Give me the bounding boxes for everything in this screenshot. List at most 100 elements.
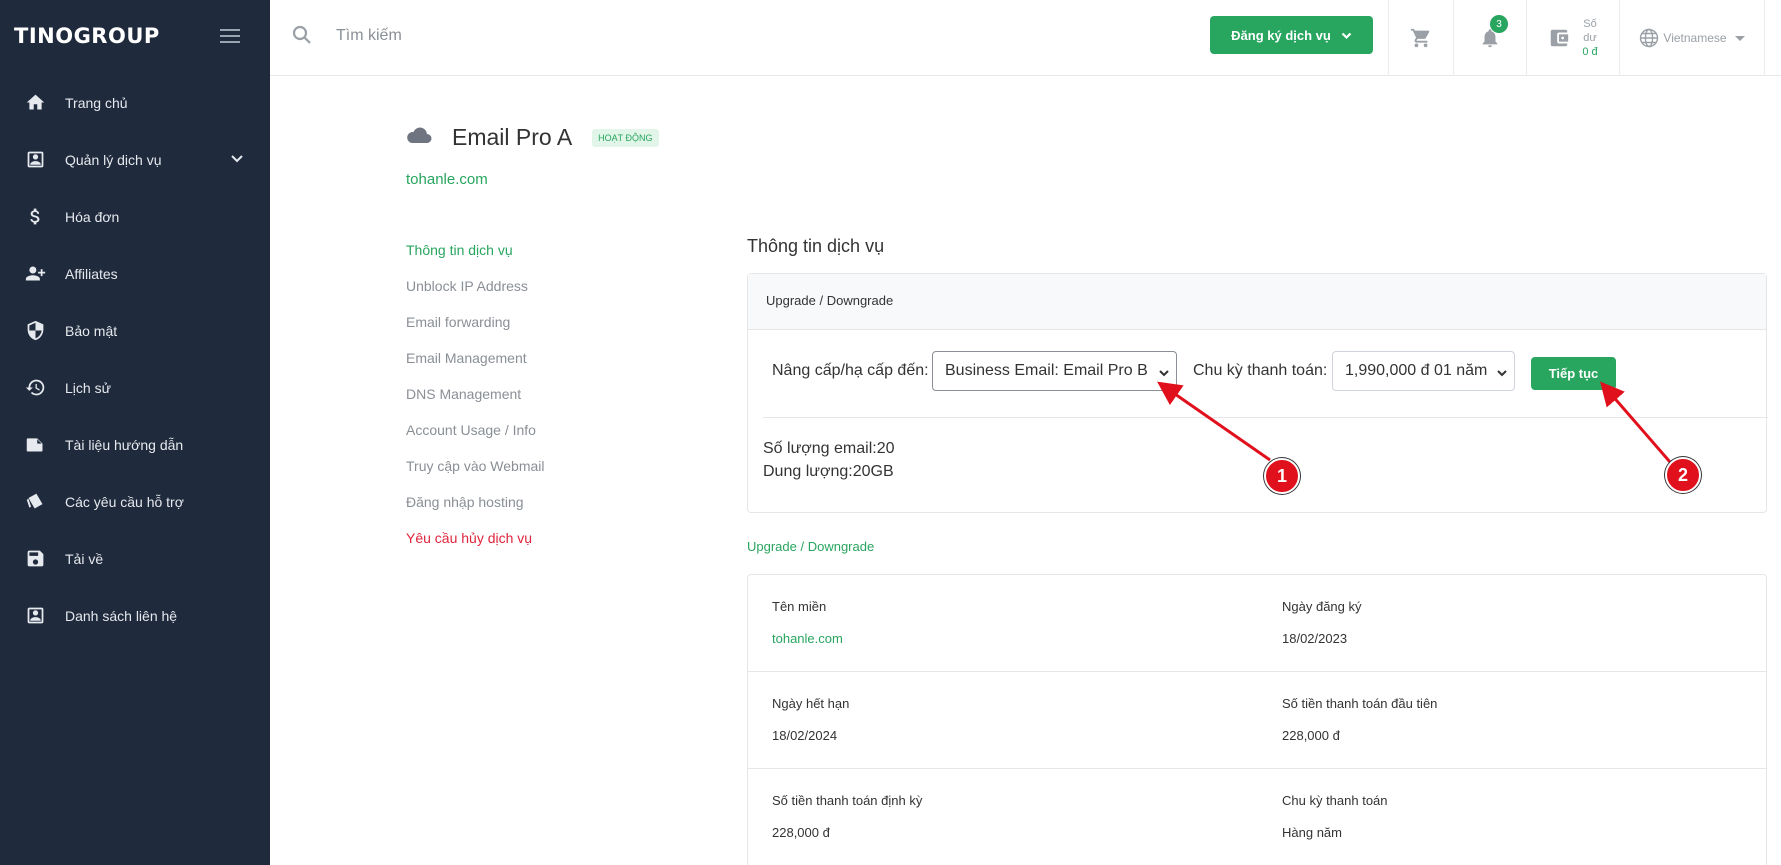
sidebar-item-services[interactable]: Quản lý dịch vụ	[0, 131, 270, 188]
balance-label: dư	[1583, 32, 1597, 44]
sidebar-item-history[interactable]: Lịch sử	[0, 359, 270, 416]
detail-key: Ngày hết hạn	[772, 696, 850, 711]
billing-cycle-label: Chu kỳ thanh toán:	[1193, 362, 1328, 379]
sidebar: TINOGROUP Trang chủ Quản lý dịch vụ Hóa …	[0, 0, 270, 865]
notifications-button[interactable]: 3	[1453, 0, 1526, 76]
divider	[763, 417, 1768, 418]
logo[interactable]: TINOGROUP	[14, 24, 160, 48]
annotation-marker-2: 2	[1665, 457, 1701, 493]
billing-cycle-select[interactable]: 1,990,000 đ 01 năm	[1332, 351, 1515, 391]
detail-key: Số tiền thanh toán định kỳ	[772, 793, 923, 808]
subnav-cancel-service[interactable]: Yêu cầu hủy dịch vụ	[406, 530, 545, 566]
service-subnav: Thông tin dịch vụ Unblock IP Address Ema…	[406, 242, 545, 566]
sidebar-item-label: Hóa đơn	[65, 208, 120, 225]
detail-value: 18/02/2023	[1282, 631, 1348, 646]
detail-key: Tên miền	[772, 599, 827, 614]
billing-cycle-value: 1,990,000 đ 01 năm	[1345, 362, 1488, 379]
globe-icon	[1640, 28, 1659, 48]
sidebar-item-downloads[interactable]: Tải về	[0, 530, 270, 587]
header-divider	[1764, 0, 1781, 76]
sidebar-item-contacts[interactable]: Danh sách liên hệ	[0, 587, 270, 644]
chevron-down-icon	[1341, 32, 1352, 39]
search-icon[interactable]	[292, 25, 312, 50]
details-row: Ngày hết hạn 18/02/2024 Số tiền thanh to…	[748, 672, 1766, 769]
upgrade-product-select[interactable]: Business Email: Email Pro B	[932, 351, 1177, 391]
register-service-label: Đăng ký dịch vụ	[1231, 27, 1331, 43]
subnav-email-forwarding[interactable]: Email forwarding	[406, 314, 545, 350]
status-badge: HOẠT ĐỘNG	[592, 128, 659, 147]
upgrade-label: Nâng cấp/hạ cấp đến:	[772, 362, 929, 379]
detail-billing-cycle: Chu kỳ thanh toán Hàng năm	[1282, 793, 1388, 840]
menu-toggle-icon[interactable]	[220, 29, 240, 43]
email-count-text: Số lượng email:20	[763, 440, 895, 457]
domain-link[interactable]: tohanle.com	[406, 171, 488, 188]
detail-key: Chu kỳ thanh toán	[1282, 793, 1388, 808]
service-title-row: Email Pro A HOẠT ĐỘNG	[406, 124, 659, 151]
sidebar-item-affiliates[interactable]: Affiliates	[0, 245, 270, 302]
detail-value[interactable]: tohanle.com	[772, 631, 843, 646]
upgrade-downgrade-link[interactable]: Upgrade / Downgrade	[747, 539, 874, 554]
sidebar-item-label: Tải về	[65, 550, 104, 567]
dollar-icon	[24, 206, 46, 228]
sidebar-item-docs[interactable]: Tài liệu hướng dẫn	[0, 416, 270, 473]
detail-value: 228,000 đ	[772, 825, 830, 840]
sidebar-item-label: Lịch sử	[65, 379, 111, 396]
subnav-dns-management[interactable]: DNS Management	[406, 386, 545, 422]
detail-register-date: Ngày đăng ký 18/02/2023	[1282, 599, 1362, 646]
sidebar-item-label: Quản lý dịch vụ	[65, 151, 162, 168]
chevron-down-icon	[1159, 370, 1169, 377]
subnav-email-management[interactable]: Email Management	[406, 350, 545, 386]
detail-domain: Tên miền tohanle.com	[772, 599, 843, 646]
sidebar-item-label: Trang chủ	[65, 94, 128, 111]
balance-amount: 0 đ	[1582, 46, 1598, 58]
upgrade-product-value: Business Email: Email Pro B	[945, 362, 1148, 379]
upgrade-form: Nâng cấp/hạ cấp đến: Business Email: Ema…	[748, 351, 1766, 391]
detail-value: Hàng năm	[1282, 825, 1342, 840]
sidebar-item-home[interactable]: Trang chủ	[0, 74, 270, 131]
section-title: Thông tin dịch vụ	[747, 236, 885, 256]
details-row: Tên miền tohanle.com Ngày đăng ký 18/02/…	[748, 575, 1766, 672]
save-icon	[24, 548, 46, 570]
subnav-unblock-ip[interactable]: Unblock IP Address	[406, 278, 545, 314]
subnav-webmail[interactable]: Truy cập vào Webmail	[406, 458, 545, 494]
sidebar-nav: Trang chủ Quản lý dịch vụ Hóa đơn Affili…	[0, 74, 270, 644]
sidebar-item-support[interactable]: Các yêu cầu hỗ trợ	[0, 473, 270, 530]
caret-down-icon	[1734, 35, 1745, 41]
subnav-account-usage[interactable]: Account Usage / Info	[406, 422, 545, 458]
detail-expiry-date: Ngày hết hạn 18/02/2024	[772, 696, 849, 743]
detail-first-payment: Số tiền thanh toán đầu tiên 228,000 đ	[1282, 696, 1437, 743]
cart-icon	[1410, 28, 1430, 48]
ticket-icon	[24, 491, 46, 513]
shield-icon	[24, 320, 46, 342]
balance-label: Số	[1583, 18, 1597, 30]
subnav-service-info[interactable]: Thông tin dịch vụ	[406, 242, 545, 278]
wallet-icon	[1551, 29, 1569, 47]
detail-value: 18/02/2024	[772, 728, 838, 743]
cloud-icon	[406, 126, 432, 149]
subnav-hosting-login[interactable]: Đăng nhập hosting	[406, 494, 545, 530]
continue-button[interactable]: Tiếp tục	[1531, 357, 1616, 390]
detail-value: 228,000 đ	[1282, 728, 1340, 743]
details-row: Số tiền thanh toán định kỳ 228,000 đ Chu…	[748, 769, 1766, 865]
detail-recurring-payment: Số tiền thanh toán định kỳ 228,000 đ	[772, 793, 922, 840]
sidebar-item-invoices[interactable]: Hóa đơn	[0, 188, 270, 245]
page-title: Email Pro A	[452, 124, 573, 150]
search-input[interactable]	[336, 22, 836, 50]
balance-text: Số dư 0 đ	[1582, 17, 1597, 59]
folder-icon	[24, 434, 46, 456]
detail-key: Ngày đăng ký	[1282, 599, 1362, 614]
sidebar-item-label: Bảo mật	[65, 322, 118, 339]
card-header: Upgrade / Downgrade	[748, 274, 1766, 330]
chevron-down-icon[interactable]	[230, 151, 244, 168]
sidebar-item-security[interactable]: Bảo mật	[0, 302, 270, 359]
top-header: Đăng ký dịch vụ 3 Số dư 0 đ Vietnamese	[270, 0, 1781, 76]
upgrade-card: Upgrade / Downgrade Nâng cấp/hạ cấp đến:…	[747, 273, 1768, 513]
sidebar-item-label: Tài liệu hướng dẫn	[65, 436, 184, 453]
register-service-button[interactable]: Đăng ký dịch vụ	[1210, 16, 1373, 54]
balance-button[interactable]: Số dư 0 đ	[1526, 0, 1619, 76]
language-selector[interactable]: Vietnamese	[1619, 0, 1764, 76]
sidebar-item-label: Affiliates	[65, 265, 118, 282]
history-icon	[24, 377, 46, 399]
cart-button[interactable]	[1388, 0, 1453, 76]
sidebar-header: TINOGROUP	[0, 0, 270, 72]
